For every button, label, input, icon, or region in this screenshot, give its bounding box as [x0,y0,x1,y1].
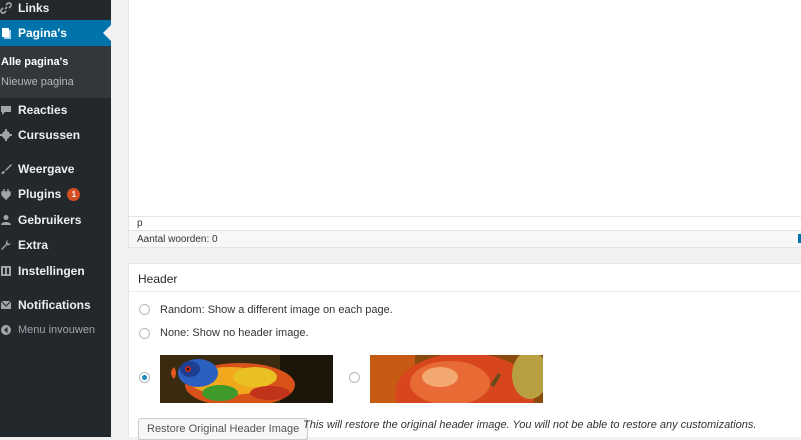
collapse-icon [0,324,12,336]
radio-random[interactable] [139,304,150,315]
sidebar-item-label: Extra [18,238,49,252]
sidebar-item-gebruikers[interactable]: Gebruikers [0,212,111,228]
sidebar-item-label: Pagina's [18,26,67,40]
sidebar-item-notifications[interactable]: Notifications [0,297,111,313]
comment-icon [0,104,12,116]
sidebar-item-weergave[interactable]: Weergave [0,161,111,177]
metabox-title: Header [138,272,178,286]
radio-none-label: None: Show no header image. [160,327,309,339]
restore-note: This will restore the original header im… [303,419,757,431]
sidebar-item-label: Weergave [18,162,75,176]
sidebar-item-label: Notifications [18,298,91,312]
brush-icon [0,163,12,175]
main-content: p Aantal woorden: 0 Header Random: Show … [111,0,801,440]
sidebar-item-extra[interactable]: Extra [0,237,111,253]
submenu-item-new-page[interactable]: Nieuwe pagina [1,76,74,88]
sidebar-item-links[interactable]: Links [0,0,111,16]
radio-random-label: Random: Show a different image on each p… [160,304,393,316]
settings-icon [0,265,12,277]
envelope-icon [0,299,12,311]
admin-sidebar: Links Pagina's Alle pagina's Nieuwe pagi… [0,0,111,437]
sidebar-item-label: Gebruikers [18,213,82,227]
radio-none[interactable] [139,328,150,339]
update-count-badge: 1 [67,187,81,201]
header-thumb-apple[interactable] [370,355,543,403]
divider [129,291,801,292]
gear-icon [0,129,12,141]
submenu: Alle pagina's Nieuwe pagina [0,46,111,98]
sidebar-item-plugins[interactable]: Plugins 1 [0,186,111,202]
editor-content-area[interactable] [128,0,801,216]
radio-header-apple[interactable] [349,372,360,383]
collapse-menu-button[interactable]: Menu invouwen [0,322,111,338]
link-icon [0,2,12,14]
editor-status-bar: Aantal woorden: 0 [128,230,801,248]
sidebar-item-cursussen[interactable]: Cursussen [0,127,111,143]
page-icon [0,27,12,39]
sidebar-item-label: Links [18,1,50,15]
submenu-item-all-pages[interactable]: Alle pagina's [1,56,68,68]
sidebar-item-label: Menu invouwen [18,324,96,336]
editor-path-bar: p [128,216,801,230]
sidebar-item-label: Cursussen [18,128,81,142]
wrench-icon [0,239,12,251]
header-thumb-parrot[interactable] [160,355,333,403]
sidebar-item-instellingen[interactable]: Instellingen [0,263,111,279]
sidebar-item-label: Plugins [18,187,62,201]
plugin-icon [0,188,12,200]
radio-header-parrot[interactable] [139,372,150,383]
header-metabox: Header Random: Show a different image on… [128,263,801,440]
element-path[interactable]: p [137,218,143,229]
sidebar-item-reacties[interactable]: Reacties [0,102,111,118]
word-count: Aantal woorden: 0 [137,234,218,245]
sidebar-item-paginas[interactable]: Pagina's [0,20,111,46]
sidebar-item-label: Reacties [18,103,68,117]
sidebar-item-label: Instellingen [18,264,85,278]
users-icon [0,214,12,226]
